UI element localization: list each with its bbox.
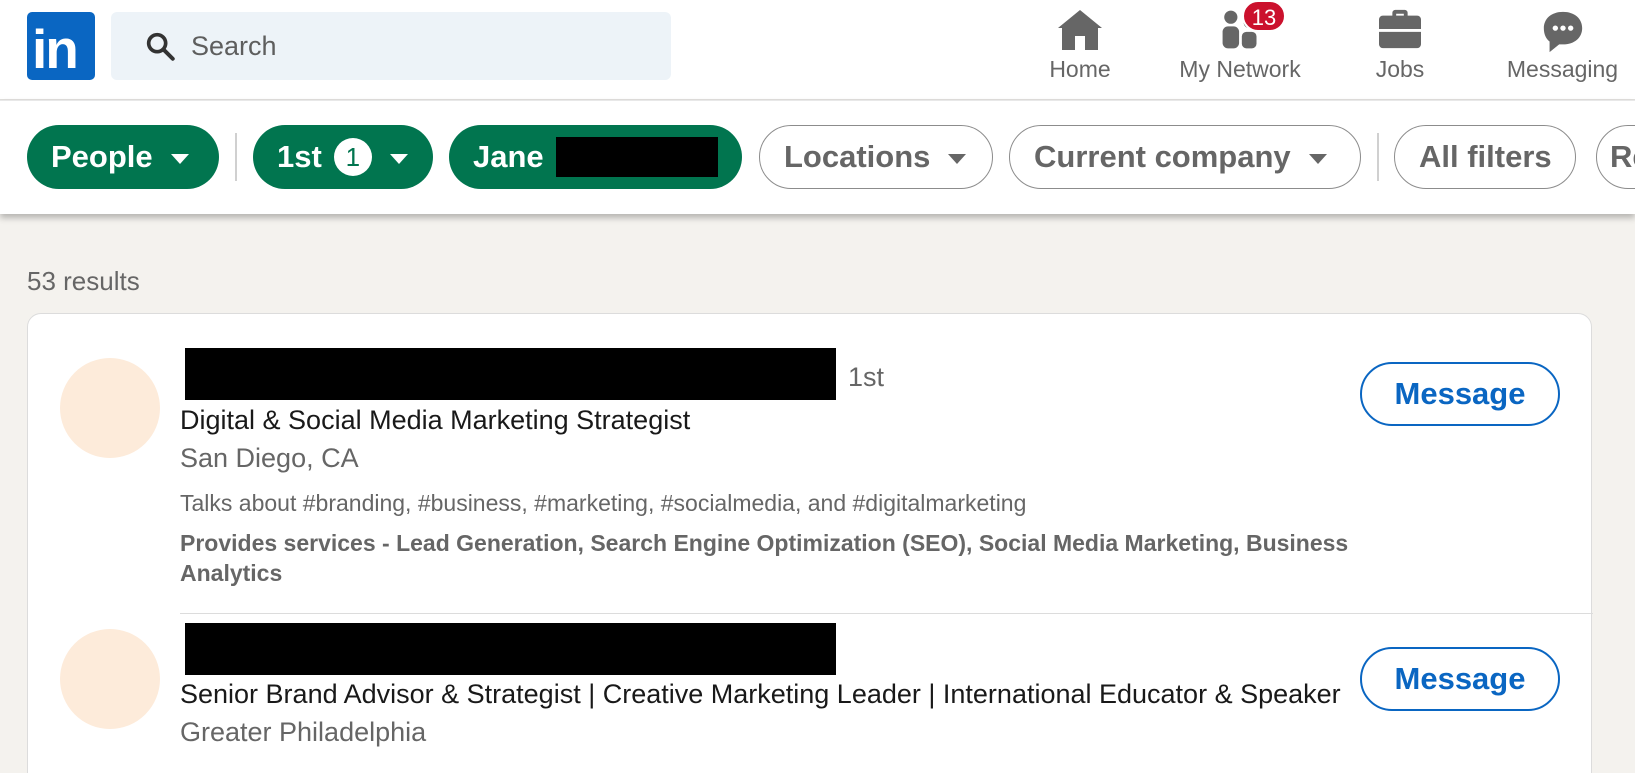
profile-headline: Digital & Social Media Marketing Strateg… bbox=[180, 405, 691, 435]
top-nav: in Home 13 My Network Jobs bbox=[0, 0, 1635, 100]
avatar[interactable] bbox=[60, 358, 160, 458]
home-icon bbox=[1058, 10, 1102, 50]
results-list: 1st Digital & Social Media Marketing Str… bbox=[27, 313, 1593, 773]
nav-home-label: Home bbox=[1049, 56, 1111, 82]
connection-degree-label: 1st bbox=[277, 139, 322, 174]
search-input[interactable] bbox=[191, 30, 631, 62]
notification-badge: 13 bbox=[1242, 0, 1286, 32]
redacted-name[interactable] bbox=[185, 623, 836, 675]
filter-count-badge: 1 bbox=[333, 138, 372, 176]
profile-headline: Senior Brand Advisor & Strategist | Crea… bbox=[180, 679, 1341, 709]
nav-messaging-label: Messaging bbox=[1506, 56, 1619, 82]
locations-filter-label: Locations bbox=[784, 139, 931, 174]
nav-my-network[interactable]: 13 My Network bbox=[1160, 0, 1320, 99]
message-button[interactable]: Message bbox=[1360, 362, 1560, 426]
all-filters-button[interactable]: All filters bbox=[1394, 125, 1576, 189]
search-filter-bar: People 1st 1 Jane Locations Current comp… bbox=[0, 100, 1635, 214]
people-filter-label: People bbox=[51, 139, 153, 174]
profile-location: San Diego, CA bbox=[180, 443, 359, 473]
message-button[interactable]: Message bbox=[1360, 647, 1560, 711]
caret-down-icon bbox=[170, 153, 189, 164]
redacted-name[interactable] bbox=[185, 348, 836, 400]
current-company-filter[interactable]: Current company bbox=[1009, 125, 1361, 189]
row-divider bbox=[180, 613, 1593, 614]
filter-divider bbox=[1377, 133, 1379, 181]
caret-down-icon bbox=[389, 153, 408, 164]
linkedin-logo[interactable]: in bbox=[27, 12, 95, 80]
profile-location: Greater Philadelphia bbox=[180, 717, 427, 747]
filter-divider bbox=[235, 133, 237, 181]
caret-down-icon bbox=[1308, 153, 1327, 164]
nav-my-network-label: My Network bbox=[1179, 56, 1301, 82]
connection-degree: 1st bbox=[848, 362, 885, 392]
talks-about: Talks about #branding, #business, #marke… bbox=[180, 490, 1027, 516]
connections-of-label: Jane bbox=[473, 139, 544, 174]
all-filters-label: All filters bbox=[1419, 139, 1552, 174]
search-bar[interactable] bbox=[111, 12, 671, 80]
provides-services: Provides services - Lead Generation, Sea… bbox=[180, 530, 1349, 586]
messaging-icon bbox=[1543, 11, 1582, 53]
results-count: 53 results bbox=[27, 266, 140, 296]
people-filter[interactable]: People bbox=[27, 125, 219, 189]
locations-filter[interactable]: Locations bbox=[759, 125, 993, 189]
avatar[interactable] bbox=[60, 629, 160, 729]
nav-jobs[interactable]: Jobs bbox=[1360, 0, 1440, 99]
caret-down-icon bbox=[948, 153, 967, 164]
nav-jobs-label: Jobs bbox=[1375, 56, 1425, 82]
current-company-filter-label: Current company bbox=[1034, 139, 1291, 174]
redacted-name bbox=[555, 137, 718, 177]
briefcase-icon bbox=[1379, 9, 1421, 49]
reset-button[interactable]: Reset bbox=[1596, 125, 1635, 189]
reset-label: Reset bbox=[1610, 139, 1635, 174]
search-icon bbox=[146, 32, 175, 61]
nav-home[interactable]: Home bbox=[1030, 0, 1130, 99]
connection-degree-filter[interactable]: 1st 1 bbox=[253, 125, 433, 189]
connections-of-filter[interactable]: Jane bbox=[449, 125, 742, 189]
nav-messaging[interactable]: Messaging bbox=[1490, 0, 1635, 99]
